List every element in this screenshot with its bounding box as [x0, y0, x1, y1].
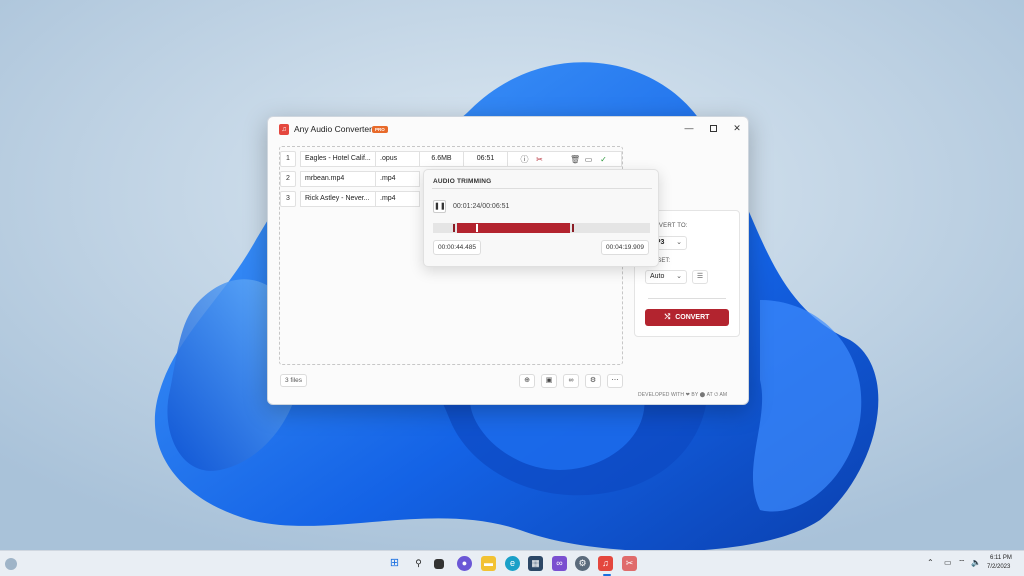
search-icon[interactable]: ⚲: [411, 556, 426, 571]
convert-label: CONVERT: [675, 314, 710, 321]
trim-selection: [456, 223, 570, 233]
footer-credit: DEVELOPED WITH ❤ BY ⬤ AT ⏻ AM: [638, 392, 728, 398]
list-edit-icon: ☰: [696, 273, 704, 280]
app-logo-icon: ♫: [279, 124, 289, 135]
convert-icon: ⤭: [664, 314, 671, 321]
wifi-icon[interactable]: ⌔: [958, 558, 966, 568]
file-row[interactable]: 3 Rick Astley - Never... .mp4: [280, 191, 430, 207]
trash-icon[interactable]: 🗑: [570, 155, 580, 164]
any-audio-converter-icon[interactable]: ♫: [598, 556, 613, 571]
pause-button[interactable]: ❚❚: [433, 200, 446, 213]
gear-icon: ⚙: [589, 377, 597, 384]
file-format: .mp4: [376, 191, 420, 207]
chat-icon[interactable]: ●: [457, 556, 472, 571]
add-file-icon: ⊕: [524, 377, 530, 384]
settings-app-icon[interactable]: ⚙: [575, 556, 590, 571]
chevron-up-icon[interactable]: ⌃: [927, 558, 934, 567]
cast-icon[interactable]: ▭: [944, 558, 952, 567]
info-icon[interactable]: ⓘ: [520, 155, 529, 164]
more-button[interactable]: ⋯: [607, 374, 623, 388]
convert-button[interactable]: ⤭ CONVERT: [645, 309, 729, 326]
pause-icon: ❚❚: [434, 203, 446, 210]
add-folder-button[interactable]: ▣: [541, 374, 557, 388]
playhead[interactable]: [476, 224, 479, 232]
snipping-tool-icon[interactable]: ✂: [622, 556, 637, 571]
chevron-down-icon: ⌄: [676, 273, 682, 280]
clock-time[interactable]: 6:11 PM: [990, 555, 1012, 561]
file-name: Eagles - Hotel Calif...: [300, 151, 376, 167]
task-view-icon[interactable]: [434, 559, 444, 569]
folder-icon[interactable]: ▭: [584, 155, 593, 164]
visual-studio-icon[interactable]: ∞: [552, 556, 567, 571]
trim-end-time[interactable]: 00:04:19.909: [601, 240, 649, 255]
title-bar: ♫ Any Audio Converter PRO — ✕: [268, 117, 748, 141]
chevron-down-icon: ⌄: [676, 239, 682, 246]
settings-button[interactable]: ⚙: [585, 374, 601, 388]
store-icon[interactable]: ▦: [528, 556, 543, 571]
file-format: .mp4: [376, 171, 420, 187]
file-duration: 06:51: [464, 151, 508, 167]
row-index: 3: [280, 191, 296, 207]
link-icon: ∞: [568, 377, 574, 384]
file-row[interactable]: 1 Eagles - Hotel Calif... .opus 6.6MB 06…: [280, 151, 622, 167]
file-explorer-icon[interactable]: ▬: [481, 556, 496, 571]
close-button[interactable]: ✕: [726, 119, 748, 137]
preset-select[interactable]: Auto ⌄: [645, 270, 687, 284]
audio-trimming-popover: AUDIO TRIMMING ❚❚ 00:01:24/00:06:51 00:0…: [423, 169, 659, 267]
file-size: 6.6MB: [420, 151, 464, 167]
files-count: 3 files: [280, 374, 307, 387]
add-url-button[interactable]: ∞: [563, 374, 579, 388]
add-folder-icon: ▣: [545, 377, 553, 384]
preset-value: Auto: [650, 273, 665, 280]
start-icon[interactable]: ⊞: [387, 556, 402, 571]
preset-edit-button[interactable]: ☰: [692, 270, 708, 284]
clock-date[interactable]: 7/2/2023: [987, 564, 1010, 570]
trim-track[interactable]: [433, 223, 650, 233]
app-title: Any Audio Converter: [294, 124, 372, 134]
maximize-icon: [709, 125, 717, 133]
file-name: mrbean.mp4: [300, 171, 376, 187]
weather-icon[interactable]: [5, 558, 17, 570]
volume-icon[interactable]: 🔈: [971, 558, 981, 567]
more-icon: ⋯: [611, 377, 619, 384]
trim-divider: [432, 188, 652, 189]
app-window: ♫ Any Audio Converter PRO — ✕ 1 Eagles -…: [267, 116, 749, 405]
minimize-button[interactable]: —: [678, 119, 700, 137]
taskbar: ⊞ ⚲ ● ▬ e ▦ ∞ ⚙ ♫ ✂ ⌃ ▭ ⌔ 🔈 6:11 PM 7/2/…: [0, 550, 1024, 576]
panel-divider: [648, 298, 726, 299]
file-format: .opus: [376, 151, 420, 167]
trim-start-handle[interactable]: [452, 224, 455, 232]
trim-start-time[interactable]: 00:00:44.485: [433, 240, 481, 255]
file-name: Rick Astley - Never...: [300, 191, 376, 207]
trim-end-handle[interactable]: [571, 224, 574, 232]
maximize-button[interactable]: [702, 119, 724, 137]
edge-icon[interactable]: e: [505, 556, 520, 571]
check-icon: ✓: [600, 155, 607, 164]
row-index: 1: [280, 151, 296, 167]
row-index: 2: [280, 171, 296, 187]
pro-badge: PRO: [372, 126, 388, 133]
trim-title: AUDIO TRIMMING: [433, 178, 492, 185]
file-row[interactable]: 2 mrbean.mp4 .mp4: [280, 171, 430, 187]
add-file-button[interactable]: ⊕: [519, 374, 535, 388]
scissors-icon[interactable]: ✂: [535, 155, 544, 164]
row-actions: ⓘ ✂ 🗑 ▭ ✓: [508, 151, 622, 167]
playback-time: 00:01:24/00:06:51: [453, 203, 510, 210]
